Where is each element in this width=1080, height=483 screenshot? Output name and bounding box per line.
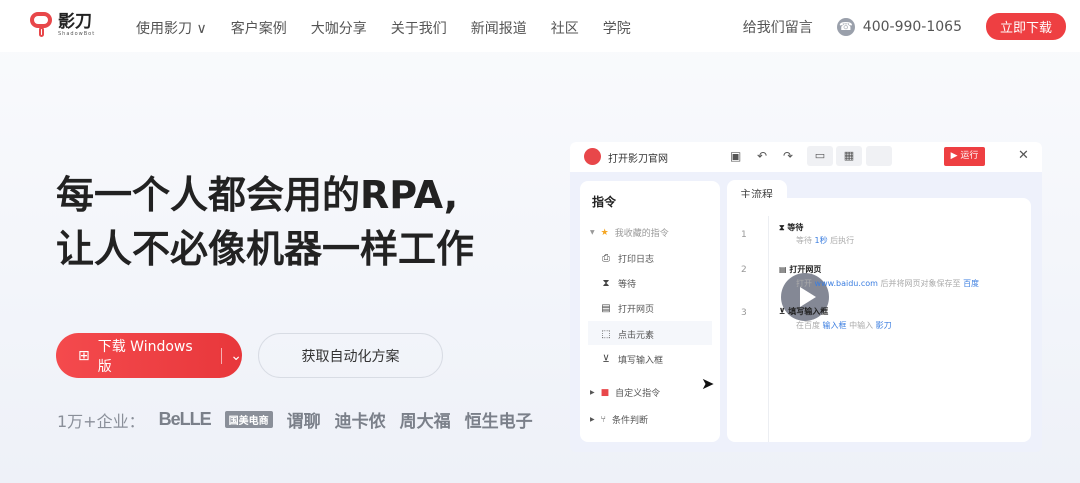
client-logo: 国美电商	[224, 411, 273, 428]
step-param: 输入框	[822, 321, 847, 330]
download-now-button[interactable]: 立即下载	[985, 13, 1066, 40]
nav-community[interactable]: 社区	[551, 18, 579, 38]
tab-main-flow[interactable]: 主流程	[727, 180, 787, 201]
step-desc: 等待	[796, 236, 815, 245]
phone-icon: ☎	[836, 17, 855, 36]
step-title: 打开网页	[789, 265, 822, 274]
step-param: 影刀	[875, 321, 892, 330]
custom-icon: ■	[600, 387, 610, 398]
nav-share[interactable]: 大咖分享	[311, 18, 367, 38]
download-label: 下载 Windows 版	[97, 338, 193, 375]
flow-canvas: 1 ⧗ 等待 等待 1秒 后执行 2 ▤ 打开网页 打开 www.baidu.c…	[727, 198, 1031, 442]
undo-icon[interactable]: ↶	[757, 149, 767, 163]
command-item[interactable]: 打开网页	[618, 302, 654, 315]
browser-icon: ▤	[601, 303, 611, 314]
nav-academy[interactable]: 学院	[603, 18, 631, 38]
flow-step[interactable]: ▤ 打开网页	[779, 264, 821, 275]
command-item[interactable]: 打印日志	[618, 252, 654, 265]
hourglass-icon: ⧗	[602, 278, 610, 289]
condition-group[interactable]: 条件判断	[612, 413, 648, 426]
nav-use[interactable]: 使用影刀 ∨	[136, 18, 207, 38]
demo-window: 打开影刀官网 ▣ ↶ ↷ ▭ ▦ ▶ 运行 ✕ 指令 ▼ ★ 我收藏的指令 ⎙ 打印日…	[570, 142, 1042, 452]
app-logo-icon	[584, 148, 601, 165]
table-icon[interactable]: ▦	[836, 146, 862, 166]
step-desc: 后并将网页对象保存至	[877, 279, 964, 288]
flow-step[interactable]: ⧗ 等待	[779, 222, 803, 233]
expand-icon[interactable]: ▶	[590, 416, 595, 423]
logo[interactable]: 影刀 ShadowBot	[30, 12, 95, 38]
mouse-cursor-icon: ➤	[701, 374, 715, 393]
blank-tool-button[interactable]	[866, 146, 892, 166]
command-item[interactable]: 点击元素	[618, 328, 654, 341]
nav-about[interactable]: 关于我们	[391, 18, 447, 38]
top-nav: 影刀 ShadowBot 使用影刀 ∨ 客户案例 大咖分享 关于我们 新闻报道 社…	[0, 0, 1080, 52]
client-logo: 恒生电子	[464, 412, 533, 432]
expand-icon[interactable]: ▼	[590, 229, 595, 236]
command-item[interactable]: 填写输入框	[618, 353, 663, 366]
clients-label: 1万+企业：	[57, 411, 145, 431]
step-desc: 中输入	[846, 321, 876, 330]
step-desc: 打开	[796, 279, 815, 288]
step-number: 3	[741, 308, 747, 318]
get-solution-button[interactable]: 获取自动化方案	[258, 333, 443, 378]
step-number: 1	[741, 230, 747, 240]
save-icon[interactable]: ▣	[730, 149, 741, 163]
input-icon: ⊻	[602, 354, 610, 365]
client-logo: BeLLE	[158, 409, 212, 429]
close-icon[interactable]: ✕	[1018, 148, 1029, 163]
phone-number: 400-990-1065	[862, 18, 962, 35]
step-title: 填写输入框	[788, 307, 829, 316]
step-param: 1秒	[814, 236, 828, 245]
windows-icon: ⊞	[78, 347, 90, 364]
client-logo: 谓聊	[286, 412, 321, 432]
branch-icon: ⑂	[600, 414, 607, 425]
nav-cases[interactable]: 客户案例	[231, 18, 287, 38]
logo-text: 影刀	[58, 11, 92, 32]
hero-line-1: 每一个人都会用的RPA,	[56, 173, 459, 217]
download-windows-button[interactable]: ⊞ 下载 Windows 版 ⌄	[56, 333, 242, 378]
command-panel: 指令 ▼ ★ 我收藏的指令 ⎙ 打印日志 ⧗ 等待 ▤ 打开网页 ⬚ 点击元素 ⊻ 填写输入框…	[580, 181, 720, 442]
demo-toolbar: 打开影刀官网 ▣ ↶ ↷ ▭ ▦ ▶ 运行 ✕	[570, 142, 1042, 172]
client-logos: 1万+企业： BeLLE 国美电商 谓聊 迪卡侬 周大福 恒生电子	[57, 407, 533, 432]
custom-group[interactable]: 自定义指令	[615, 386, 660, 399]
command-item[interactable]: 等待	[618, 277, 636, 290]
step-title: 等待	[787, 223, 804, 232]
expand-icon[interactable]: ▶	[590, 389, 595, 396]
run-button[interactable]: ▶ 运行	[944, 147, 985, 166]
step-number: 2	[741, 265, 747, 275]
step-param: 百度	[963, 279, 980, 288]
chevron-down-icon[interactable]: ⌄	[230, 348, 242, 364]
hero-line-2: 让人不必像机器一样工作	[56, 227, 475, 271]
hero-title: 每一个人都会用的RPA, 让人不必像机器一样工作	[56, 168, 474, 276]
record-icon[interactable]: ▭	[807, 146, 833, 166]
print-icon: ⎙	[602, 253, 610, 264]
feedback-link[interactable]: 给我们留言	[743, 17, 813, 37]
step-desc: 在百度	[796, 321, 823, 330]
demo-title: 打开影刀官网	[608, 154, 668, 165]
click-icon: ⬚	[601, 329, 611, 340]
client-logo: 迪卡侬	[334, 412, 386, 432]
redo-icon[interactable]: ↷	[783, 149, 793, 163]
star-icon: ★	[600, 227, 609, 238]
step-desc: 后执行	[827, 236, 855, 245]
logo-sub: ShadowBot	[58, 30, 96, 37]
command-panel-title: 指令	[592, 195, 617, 209]
nav-news[interactable]: 新闻报道	[471, 18, 527, 38]
flow-step[interactable]: ⊻ 填写输入框	[779, 306, 828, 317]
client-logo: 周大福	[399, 412, 451, 432]
step-param: www.baidu.com	[814, 279, 878, 288]
logo-icon	[30, 12, 52, 38]
favorites-group[interactable]: 我收藏的指令	[615, 226, 669, 239]
